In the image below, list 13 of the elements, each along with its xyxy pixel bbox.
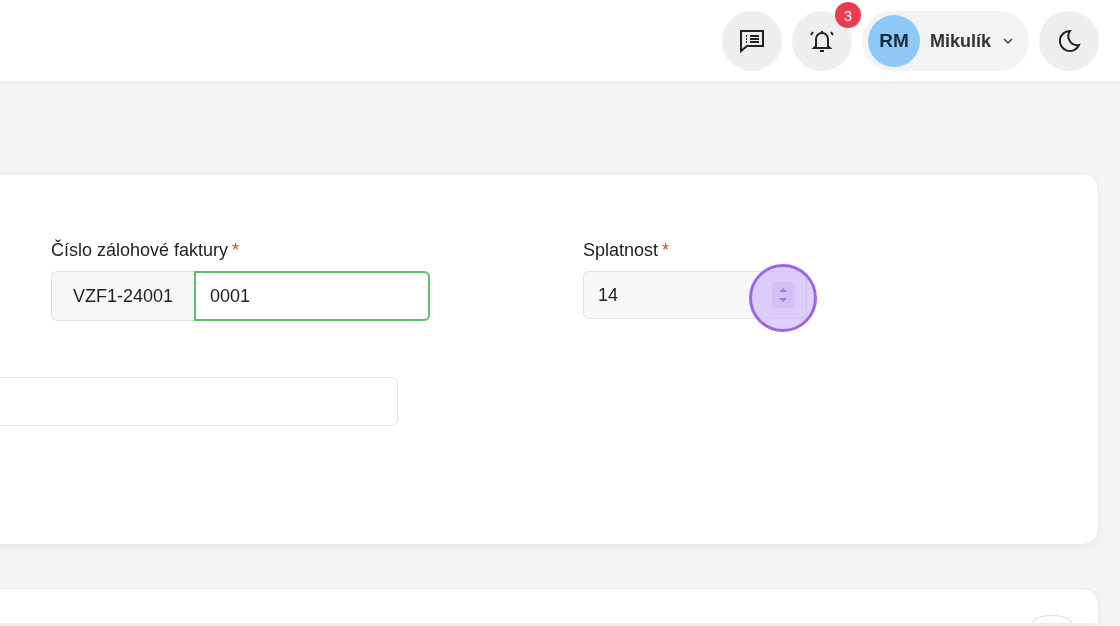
field-prefix: VZF1-24001: [51, 271, 195, 321]
field-label: Splatnost: [583, 240, 659, 260]
number-field[interactable]: 14: [583, 271, 807, 319]
required-asterisk: *: [232, 240, 240, 260]
user-avatar: RM: [868, 15, 920, 67]
notification-count-badge: 3: [835, 2, 861, 28]
user-menu-button[interactable]: RM Mikulík: [862, 11, 1029, 71]
invoice-number-field[interactable]: 0001: [194, 271, 431, 321]
message-list-icon: [738, 27, 766, 55]
field-label: Číslo zálohové faktury: [51, 240, 229, 260]
user-name: Mikulík: [930, 30, 991, 52]
input-field[interactable]: [0, 377, 398, 426]
required-asterisk: *: [662, 240, 670, 260]
